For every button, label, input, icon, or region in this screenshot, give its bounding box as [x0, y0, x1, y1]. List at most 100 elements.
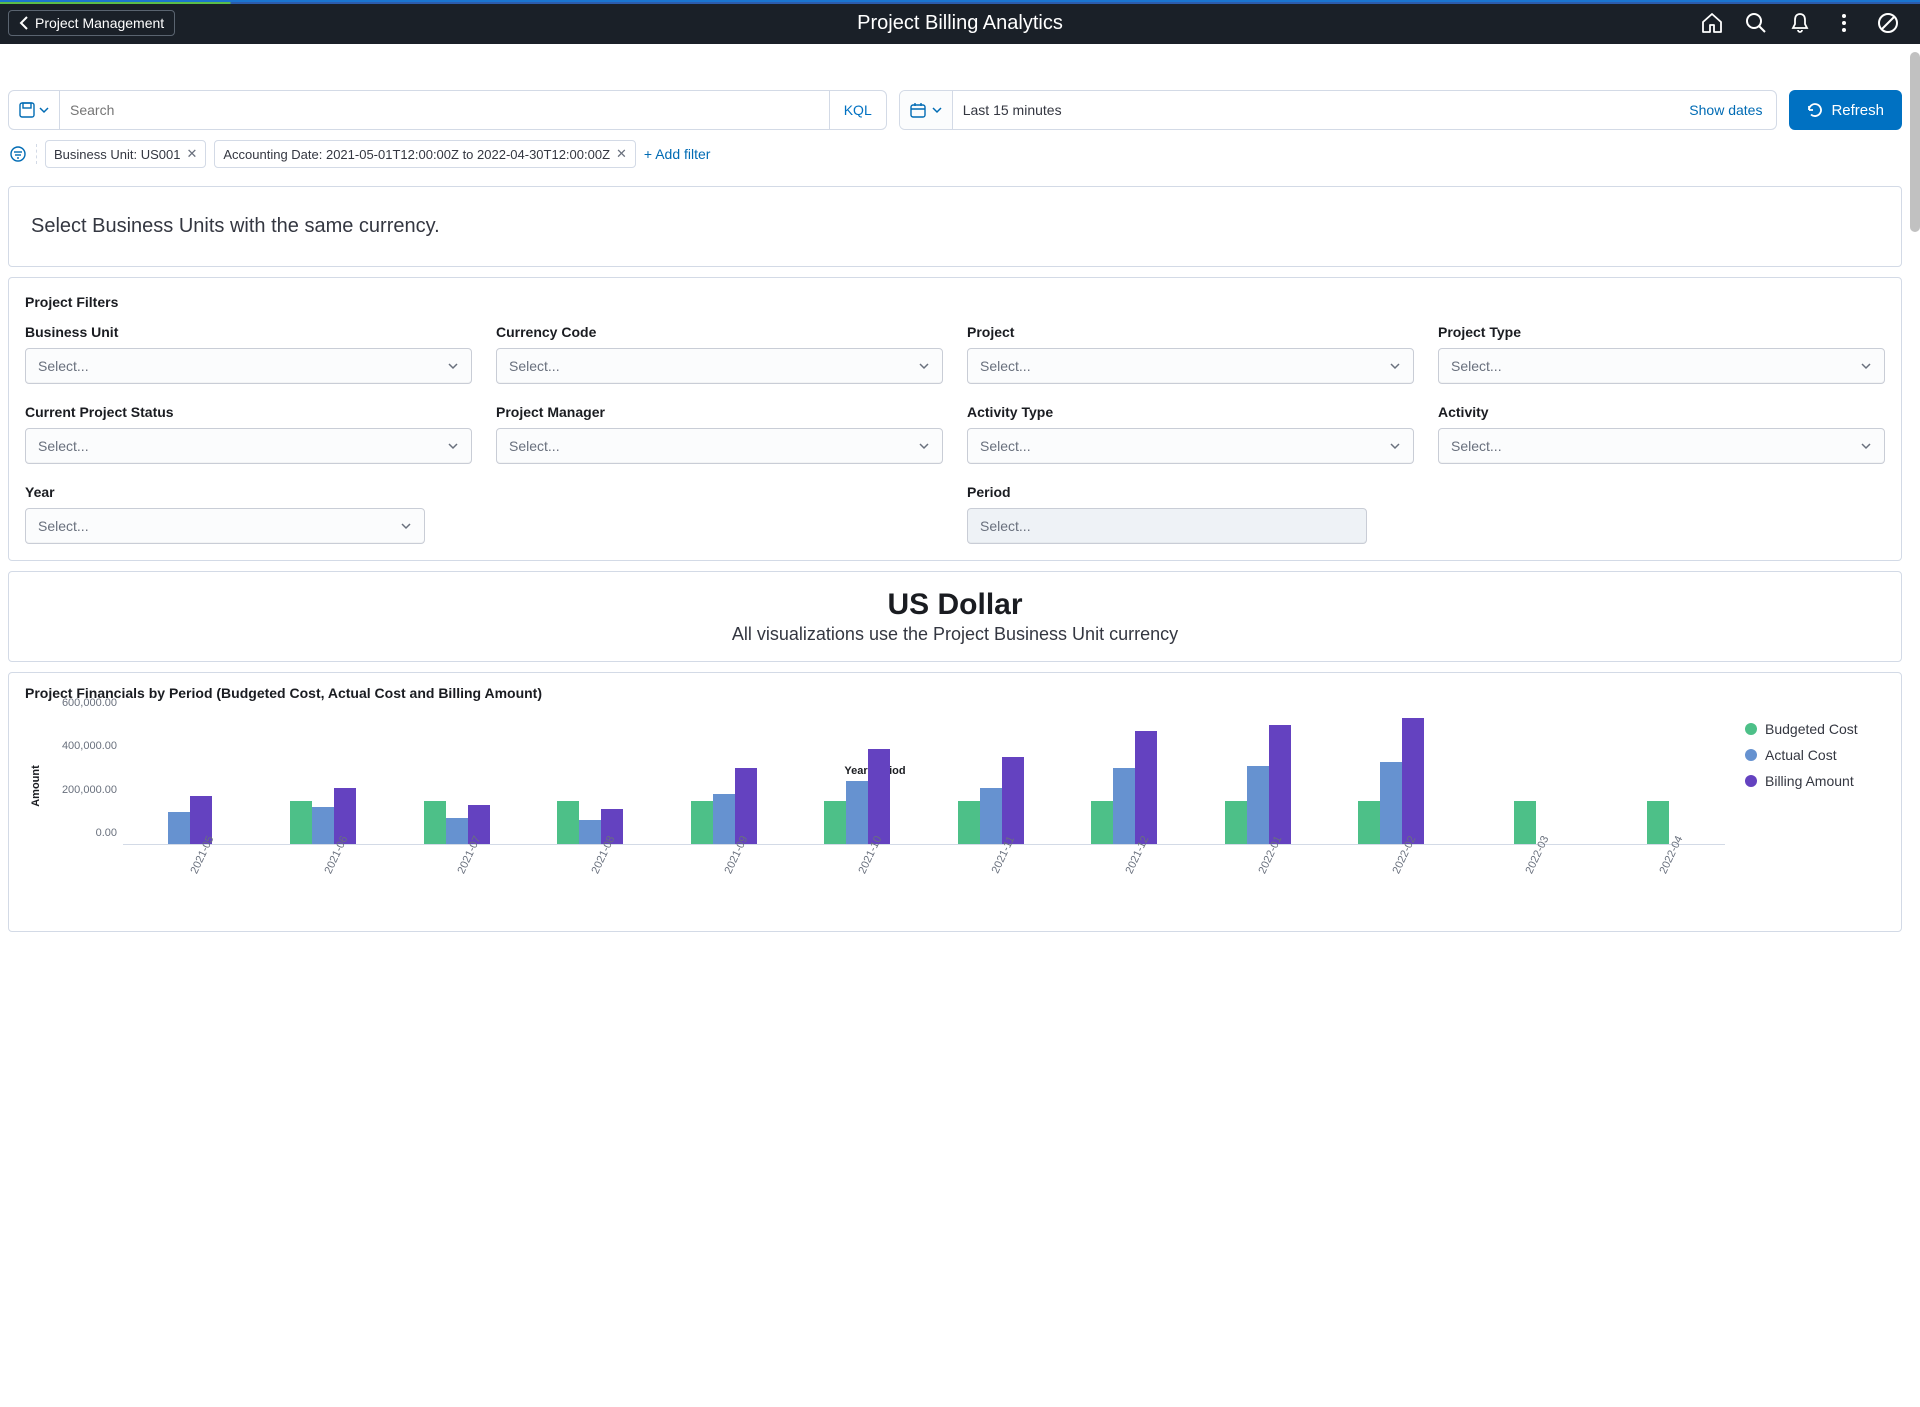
- active-filters-row: Business Unit: US001 ✕ Accounting Date: …: [8, 140, 1902, 168]
- chart-panel: Project Financials by Period (Budgeted C…: [8, 672, 1902, 932]
- content-area: KQL Last 15 minutes Show dates Refresh B…: [0, 44, 1920, 950]
- bar[interactable]: [424, 801, 446, 844]
- currency-panel: US Dollar All visualizations use the Pro…: [8, 571, 1902, 662]
- bar-group: [657, 715, 791, 844]
- filter-project-type: Project Type Select...: [1438, 324, 1885, 384]
- chevron-down-icon: [447, 440, 459, 452]
- select-period[interactable]: Select...: [967, 508, 1367, 544]
- filter-chip-label: Accounting Date: 2021-05-01T12:00:00Z to…: [223, 147, 610, 162]
- chevron-down-icon: [918, 440, 930, 452]
- saved-query-button[interactable]: [9, 91, 60, 129]
- bar[interactable]: [1358, 801, 1380, 844]
- y-tick: 0.00: [96, 827, 117, 839]
- legend-dot: [1745, 775, 1757, 787]
- bar[interactable]: [557, 801, 579, 844]
- add-filter-link[interactable]: + Add filter: [644, 146, 711, 162]
- select-placeholder: Select...: [509, 438, 560, 454]
- legend-item[interactable]: Budgeted Cost: [1745, 721, 1885, 737]
- select-placeholder: Select...: [1451, 438, 1502, 454]
- bar[interactable]: [1091, 801, 1113, 844]
- chevron-down-icon: [932, 105, 942, 115]
- filter-business-unit: Business Unit Select...: [25, 324, 472, 384]
- search-input[interactable]: [60, 91, 829, 129]
- select-project[interactable]: Select...: [967, 348, 1414, 384]
- label-project: Project: [967, 324, 1414, 340]
- select-current-status[interactable]: Select...: [25, 428, 472, 464]
- more-vertical-icon[interactable]: [1832, 11, 1856, 35]
- scrollbar-thumb[interactable]: [1910, 52, 1920, 232]
- blocked-circle-icon[interactable]: [1876, 11, 1900, 35]
- vertical-scrollbar[interactable]: [1910, 52, 1920, 950]
- legend-dot: [1745, 723, 1757, 735]
- chart-main: Amount 0.00200,000.00400,000.00600,000.0…: [25, 715, 1725, 915]
- refresh-button[interactable]: Refresh: [1789, 90, 1902, 130]
- legend-label: Billing Amount: [1765, 773, 1854, 789]
- select-placeholder: Select...: [38, 518, 89, 534]
- label-year: Year: [25, 484, 943, 500]
- bar[interactable]: [691, 801, 713, 844]
- bar[interactable]: [1225, 801, 1247, 844]
- bar-group: [1592, 715, 1726, 844]
- chevron-down-icon: [39, 105, 49, 115]
- project-filters-title: Project Filters: [25, 294, 1885, 310]
- label-current-status: Current Project Status: [25, 404, 472, 420]
- select-business-unit[interactable]: Select...: [25, 348, 472, 384]
- query-bar: KQL Last 15 minutes Show dates Refresh: [8, 90, 1902, 130]
- bar[interactable]: [168, 812, 190, 845]
- bell-icon[interactable]: [1788, 11, 1812, 35]
- chevron-down-icon: [447, 360, 459, 372]
- legend-item[interactable]: Actual Cost: [1745, 747, 1885, 763]
- chart-area: Amount 0.00200,000.00400,000.00600,000.0…: [25, 715, 1885, 915]
- show-dates-link[interactable]: Show dates: [1675, 102, 1776, 118]
- close-icon[interactable]: ✕: [186, 146, 197, 162]
- search-icon[interactable]: [1744, 11, 1768, 35]
- legend-item[interactable]: Billing Amount: [1745, 773, 1885, 789]
- filter-project: Project Select...: [967, 324, 1414, 384]
- home-icon[interactable]: [1700, 11, 1724, 35]
- kql-toggle[interactable]: KQL: [829, 91, 886, 129]
- top-bar: Project Management Project Billing Analy…: [0, 0, 1920, 44]
- bar[interactable]: [824, 801, 846, 844]
- filter-divider: [36, 144, 37, 164]
- select-project-manager[interactable]: Select...: [496, 428, 943, 464]
- chevron-down-icon: [918, 360, 930, 372]
- bar-group: [1458, 715, 1592, 844]
- legend-dot: [1745, 749, 1757, 761]
- select-activity[interactable]: Select...: [1438, 428, 1885, 464]
- filter-period: Period Select...: [967, 484, 1885, 544]
- bar-group: [1058, 715, 1192, 844]
- calendar-icon: [910, 102, 926, 118]
- accent-bar: [0, 2, 1920, 4]
- label-project-type: Project Type: [1438, 324, 1885, 340]
- page-title: Project Billing Analytics: [857, 12, 1063, 35]
- chart-legend: Budgeted Cost Actual Cost Billing Amount: [1725, 715, 1885, 915]
- select-placeholder: Select...: [38, 358, 89, 374]
- currency-title: US Dollar: [25, 588, 1885, 622]
- filter-year: Year Select...: [25, 484, 943, 544]
- bar[interactable]: [958, 801, 980, 844]
- calendar-button[interactable]: [900, 91, 953, 129]
- filter-project-manager: Project Manager Select...: [496, 404, 943, 464]
- select-year[interactable]: Select...: [25, 508, 425, 544]
- bar-group: [123, 715, 257, 844]
- back-button[interactable]: Project Management: [8, 10, 175, 36]
- bar[interactable]: [290, 801, 312, 844]
- filter-settings-icon[interactable]: [8, 144, 28, 164]
- select-project-type[interactable]: Select...: [1438, 348, 1885, 384]
- chevron-down-icon: [1860, 360, 1872, 372]
- y-tick: 600,000.00: [62, 697, 117, 709]
- select-placeholder: Select...: [980, 438, 1031, 454]
- time-range-container: Last 15 minutes Show dates: [899, 90, 1778, 130]
- filter-chip-business-unit[interactable]: Business Unit: US001 ✕: [45, 140, 206, 168]
- select-placeholder: Select...: [509, 358, 560, 374]
- select-currency-code[interactable]: Select...: [496, 348, 943, 384]
- select-placeholder: Select...: [980, 358, 1031, 374]
- filter-activity: Activity Select...: [1438, 404, 1885, 464]
- filter-chip-accounting-date[interactable]: Accounting Date: 2021-05-01T12:00:00Z to…: [214, 140, 636, 168]
- select-activity-type[interactable]: Select...: [967, 428, 1414, 464]
- bar-group: [524, 715, 658, 844]
- select-placeholder: Select...: [38, 438, 89, 454]
- info-text: Select Business Units with the same curr…: [25, 203, 1885, 250]
- time-range-label[interactable]: Last 15 minutes: [953, 102, 1676, 118]
- close-icon[interactable]: ✕: [616, 146, 627, 162]
